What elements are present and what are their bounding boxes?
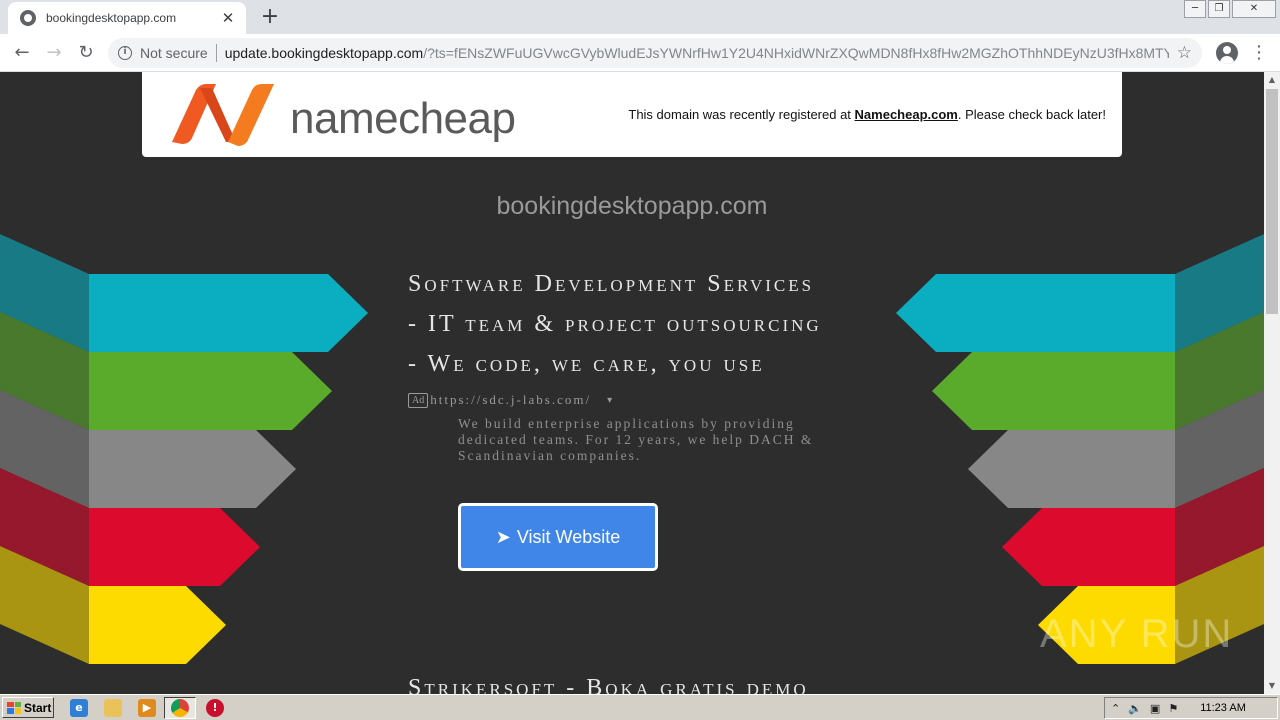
arrow-right-cyan [896,274,1175,352]
message-suffix: . Please check back later! [957,107,1106,122]
ad-badge: Ad [408,392,429,408]
ad-headline-2[interactable]: - IT team & project outsourcing [408,308,848,348]
windows-flag-icon [7,701,21,714]
scroll-down-icon[interactable]: ▼ [1264,678,1280,694]
start-label: Start [24,700,52,715]
minimize-button[interactable]: ─ [1184,0,1206,18]
forward-button[interactable]: → [42,41,66,65]
windows-taskbar: Start e ▶ ! ⌃ 🔈 ▣ ⚑ 11:23 AM [0,694,1280,720]
ie-icon[interactable]: e [70,699,88,717]
namecheap-banner: namecheap This domain was recently regis… [142,72,1122,157]
profile-avatar-icon[interactable] [1216,42,1238,64]
reload-button[interactable]: ↻ [74,41,98,65]
arrow-right-red [1002,508,1175,586]
url-path: /?ts=fENsZWFuUGVwcGVybWludEJsYWNrfHw1Y2U… [423,45,1169,61]
globe-icon [20,10,36,26]
scroll-thumb[interactable] [1266,89,1278,314]
start-button[interactable]: Start [2,697,54,718]
ad-headline-3[interactable]: - We code, we care, you use [408,348,848,388]
ad-url[interactable]: https://sdc.j-labs.com/ [430,392,591,408]
decorative-arrows-right [896,234,1264,664]
scroll-up-icon[interactable]: ▲ [1264,72,1280,88]
arrow-left-red [89,508,260,586]
network-icon[interactable]: ▣ [1150,702,1160,715]
browser-toolbar: ← → ↻ i Not secure update.bookingdesktop… [0,34,1280,72]
security-label[interactable]: Not secure [140,45,208,61]
anyrun-watermark: ANY RUN [1040,612,1234,656]
decorative-arrows-left [0,234,368,664]
clock[interactable]: 11:23 AM [1200,702,1246,714]
arrow-left-cyan [89,274,368,352]
page-viewport: namecheap This domain was recently regis… [0,72,1264,694]
visit-website-button[interactable]: ➤ Visit Website [458,503,658,571]
tab-close-icon[interactable]: ✕ [220,10,236,26]
flag-icon[interactable]: ⚑ [1168,702,1178,715]
media-player-icon[interactable]: ▶ [138,699,156,717]
ad-headline-1[interactable]: Software Development Services [408,268,848,308]
url-text[interactable]: update.bookingdesktopapp.com/?ts=fENsZWF… [225,45,1169,61]
registration-message: This domain was recently registered at N… [628,107,1106,122]
address-bar[interactable]: i Not secure update.bookingdesktopapp.co… [108,38,1202,68]
ad-meta: Ad https://sdc.j-labs.com/ ▾ [408,392,848,408]
arrow-left-yellow [89,586,226,664]
info-icon[interactable]: i [118,46,132,60]
domain-title: bookingdesktopapp.com [496,192,768,220]
sponsored-ad: Software Development Services - IT team … [408,268,848,464]
speaker-icon[interactable]: 🔈 [1128,702,1142,715]
tab-strip: bookingdesktopapp.com ✕ + ─ ❐ ✕ [0,0,1280,34]
address-separator [215,44,217,62]
next-ad-headline[interactable]: Strikersoft - Boka gratis demo [408,675,809,694]
tray-expand-icon[interactable]: ⌃ [1111,702,1120,715]
url-host: update.bookingdesktopapp.com [224,45,424,61]
namecheap-logo-text: namecheap [290,94,516,143]
arrow-right-icon: ➤ [495,526,511,547]
chrome-icon [171,699,189,717]
namecheap-logo-icon [172,84,274,146]
stop-icon[interactable]: ! [206,699,224,717]
tab-title: bookingdesktopapp.com [46,11,177,25]
bookmark-star-icon[interactable]: ☆ [1177,43,1192,63]
ad-options-caret-icon[interactable]: ▾ [607,395,614,406]
system-tray: ⌃ 🔈 ▣ ⚑ 11:23 AM [1104,697,1278,719]
restore-button[interactable]: ❐ [1208,0,1230,18]
explorer-icon[interactable] [104,699,122,717]
ad-description: We build enterprise applications by prov… [458,416,814,463]
close-window-button[interactable]: ✕ [1232,0,1276,18]
browser-tab[interactable]: bookingdesktopapp.com ✕ [8,2,246,34]
back-button[interactable]: ← [10,41,34,65]
new-tab-button[interactable]: + [258,6,282,30]
chrome-menu-icon[interactable]: ⋮ [1250,42,1268,64]
chrome-taskbar-button[interactable] [164,697,196,719]
arrow-left-green [89,352,332,430]
namecheap-link[interactable]: Namecheap.com [855,107,958,122]
visit-website-label: Visit Website [516,526,621,547]
message-prefix: This domain was recently registered at [628,107,855,122]
arrow-left-gray [89,430,296,508]
arrow-right-green [932,352,1175,430]
vertical-scrollbar[interactable]: ▲ ▼ [1264,72,1280,694]
arrow-right-gray [968,430,1175,508]
